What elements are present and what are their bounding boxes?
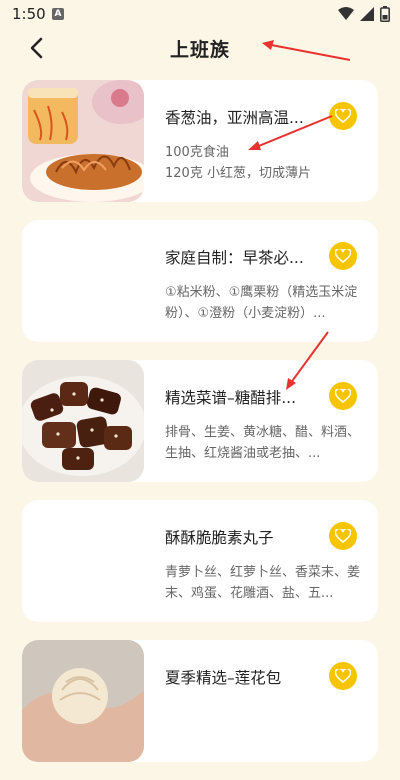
status-bar: 1:50 A (0, 0, 400, 28)
fried-shallots-photo (22, 80, 144, 202)
recipe-title: 香葱油，亚洲高温... (165, 109, 304, 127)
notification-icon: A (52, 8, 64, 20)
heart-icon (335, 529, 351, 543)
lotus-bun-photo (22, 640, 144, 762)
heart-icon (335, 249, 351, 263)
recipe-card[interactable]: 夏季精选–莲花包 (22, 640, 378, 762)
page-title: 上班族 (169, 39, 230, 61)
heart-icon (335, 109, 351, 123)
recipe-card[interactable]: 香葱油，亚洲高温... 100克食油 120克 小红葱，切成薄片 (22, 80, 378, 202)
favorite-button[interactable] (329, 242, 357, 270)
recipe-card[interactable]: 酥酥脆脆素丸子 青萝卜丝、红萝卜丝、香菜末、姜末、鸡蛋、花雕酒、盐、五... (22, 500, 378, 622)
status-icons (338, 6, 390, 22)
favorite-button[interactable] (329, 522, 357, 550)
heart-icon (335, 389, 351, 403)
sweet-sour-ribs-photo (22, 360, 144, 482)
signal-icon (360, 7, 374, 21)
recipe-card[interactable]: 家庭自制：早茶必... ①粘米粉、①鹰栗粉（精选玉米淀粉）、①澄粉（小麦淀粉）.… (22, 220, 378, 342)
recipe-ingredients: 100克食油 120克 小红葱，切成薄片 (165, 145, 311, 181)
recipe-title: 酥酥脆脆素丸子 (165, 529, 274, 547)
recipe-thumbnail (22, 360, 144, 482)
recipe-thumbnail (22, 80, 144, 202)
favorite-button[interactable] (329, 662, 357, 690)
header: 上班族 (0, 28, 400, 68)
recipe-ingredients: 青萝卜丝、红萝卜丝、香菜末、姜末、鸡蛋、花雕酒、盐、五... (165, 565, 360, 601)
recipe-title: 家庭自制：早茶必... (165, 249, 304, 267)
recipe-thumbnail (22, 640, 144, 762)
recipe-card[interactable]: 精选菜谱–糖醋排... 排骨、生姜、黄冰糖、醋、料酒、生抽、红烧酱油或老抽、..… (22, 360, 378, 482)
heart-icon (335, 669, 351, 683)
wifi-icon (338, 7, 354, 20)
recipe-title: 精选菜谱–糖醋排... (165, 389, 297, 407)
recipe-list: 香葱油，亚洲高温... 100克食油 120克 小红葱，切成薄片 家庭自制：早茶… (22, 80, 378, 780)
recipe-ingredients: 排骨、生姜、黄冰糖、醋、料酒、生抽、红烧酱油或老抽、... (165, 425, 360, 461)
favorite-button[interactable] (329, 382, 357, 410)
recipe-title: 夏季精选–莲花包 (165, 669, 282, 687)
status-time: 1:50 (12, 5, 46, 23)
favorite-button[interactable] (329, 102, 357, 130)
recipe-ingredients: ①粘米粉、①鹰栗粉（精选玉米淀粉）、①澄粉（小麦淀粉）... (165, 285, 358, 321)
battery-icon (380, 6, 390, 22)
